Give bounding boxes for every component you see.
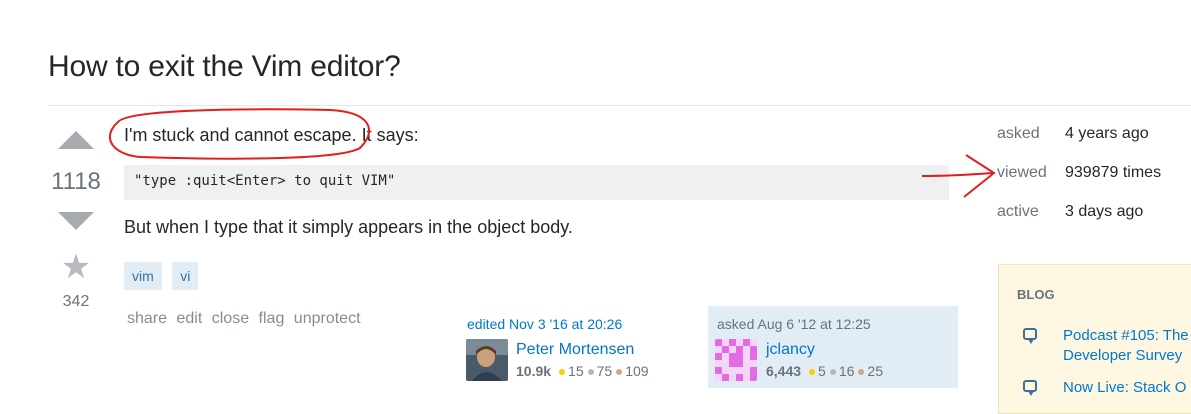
blog-sidebar: BLOG Podcast #105: The Developer Survey … bbox=[998, 264, 1191, 414]
blog-heading: BLOG bbox=[1017, 287, 1055, 302]
speech-bubble-icon bbox=[1023, 380, 1037, 396]
header-divider bbox=[48, 105, 1191, 106]
asker-card: asked Aug 6 '12 at 12:25 jclancy 6,443 5 1… bbox=[708, 306, 958, 388]
vote-count: 1118 bbox=[51, 168, 101, 195]
editor-card: edited Nov 3 '16 at 20:26 Peter Mortense… bbox=[463, 306, 699, 384]
edit-link[interactable]: edit bbox=[176, 310, 202, 327]
tag-vim[interactable]: vim bbox=[124, 262, 162, 290]
question-body-line1: I'm stuck and cannot escape. It says: bbox=[124, 125, 419, 145]
stat-viewed-value: 939879 times bbox=[1065, 164, 1162, 181]
asker-silver-count: 16 bbox=[838, 363, 855, 379]
stat-asked-value: 4 years ago bbox=[1065, 125, 1149, 142]
asker-reputation: 6,443 5 16 25 bbox=[766, 363, 883, 379]
post-menu: share edit close flag unprotect bbox=[127, 310, 366, 328]
edited-timestamp-link[interactable]: edited Nov 3 '16 at 20:26 bbox=[467, 316, 622, 332]
asker-username-link[interactable]: jclancy bbox=[766, 341, 815, 359]
stat-active-value[interactable]: 3 days ago bbox=[1065, 203, 1143, 220]
blog-link-line2[interactable]: Developer Survey bbox=[1063, 346, 1191, 366]
downvote-arrow-icon[interactable] bbox=[58, 212, 94, 230]
tag-vi[interactable]: vi bbox=[172, 262, 199, 290]
stat-viewed: viewed 939879 times bbox=[997, 164, 1161, 182]
asked-timestamp: asked Aug 6 '12 at 12:25 bbox=[717, 316, 871, 332]
asker-bronze-count: 25 bbox=[867, 363, 883, 379]
speech-bubble-icon bbox=[1023, 328, 1037, 344]
stat-asked-label: asked bbox=[997, 125, 1040, 142]
stat-active-label: active bbox=[997, 203, 1039, 220]
blog-link-line3[interactable]: Now Live: Stack O bbox=[1063, 378, 1191, 398]
asker-rep-score: 6,443 bbox=[766, 363, 802, 379]
code-block: "type :quit<Enter> to quit VIM" bbox=[124, 165, 949, 200]
editor-bronze-count: 109 bbox=[625, 363, 649, 379]
close-link[interactable]: close bbox=[212, 310, 249, 327]
asker-gold-count: 5 bbox=[818, 363, 826, 379]
flag-link[interactable]: flag bbox=[259, 310, 285, 327]
editor-rep-score: 10.9k bbox=[516, 363, 552, 379]
gold-badge-icon bbox=[559, 368, 566, 375]
upvote-arrow-icon[interactable] bbox=[58, 131, 94, 149]
stat-asked: asked 4 years ago bbox=[997, 125, 1149, 143]
silver-badge-icon bbox=[587, 368, 594, 375]
gold-badge-icon bbox=[809, 368, 816, 375]
question-body-line2: But when I type that it simply appears i… bbox=[124, 217, 573, 237]
silver-badge-icon bbox=[829, 368, 836, 375]
unprotect-link[interactable]: unprotect bbox=[294, 310, 361, 327]
bronze-badge-icon bbox=[858, 368, 865, 375]
editor-avatar[interactable] bbox=[466, 339, 508, 381]
favorite-count: 342 bbox=[62, 293, 90, 310]
editor-username-link[interactable]: Peter Mortensen bbox=[516, 341, 634, 359]
tag-list: vim vi bbox=[124, 262, 204, 290]
stat-active: active 3 days ago bbox=[997, 203, 1143, 221]
editor-reputation: 10.9k 15 75 109 bbox=[516, 363, 649, 379]
asker-identicon[interactable] bbox=[715, 339, 757, 381]
stat-viewed-label: viewed bbox=[997, 164, 1047, 181]
share-link[interactable]: share bbox=[127, 310, 167, 327]
favorite-star-icon[interactable]: ★ bbox=[58, 249, 94, 285]
bronze-badge-icon bbox=[616, 368, 623, 375]
annotation-arrow-head bbox=[963, 154, 996, 198]
blog-link-line1[interactable]: Podcast #105: The bbox=[1063, 326, 1191, 346]
editor-silver-count: 75 bbox=[596, 363, 613, 379]
editor-gold-count: 15 bbox=[568, 363, 584, 379]
question-title[interactable]: How to exit the Vim editor? bbox=[48, 50, 401, 84]
